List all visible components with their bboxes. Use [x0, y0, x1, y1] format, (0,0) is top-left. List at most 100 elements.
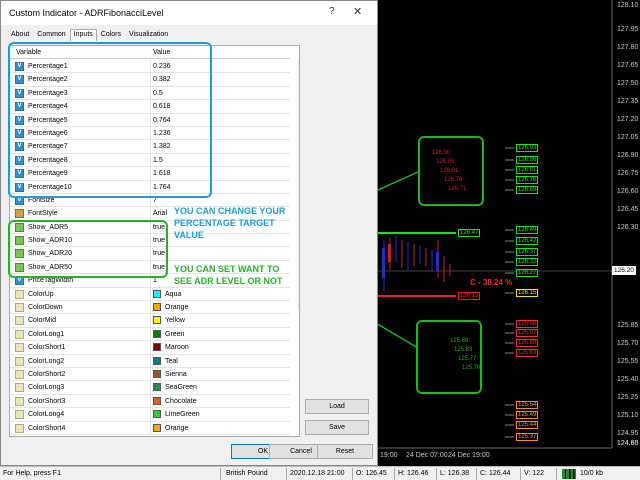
- price-tick-label: 127.65: [617, 62, 639, 69]
- candles: [382, 236, 451, 292]
- input-row[interactable]: ColorLong2 Teal: [10, 354, 290, 368]
- level-label: 125.98: [516, 320, 539, 328]
- dialog-tabs: About Common Inputs Colors Visualization: [7, 29, 172, 41]
- color-swatch[interactable]: [153, 289, 161, 298]
- input-name: ColorLong3: [28, 384, 65, 392]
- input-row[interactable]: ColorShort1 Maroon: [10, 341, 290, 355]
- level-label: 126.32: [516, 258, 539, 266]
- color-swatch[interactable]: [153, 383, 161, 392]
- color-type-icon: [15, 423, 24, 433]
- input-row[interactable]: ColorLong1 Green: [10, 327, 290, 342]
- input-row[interactable]: ColorLong3 SeaGreen: [10, 381, 290, 395]
- save-button[interactable]: Save: [305, 420, 369, 435]
- color-swatch[interactable]: [153, 423, 161, 432]
- input-row[interactable]: ColorLong4 LimeGreen: [10, 408, 290, 422]
- price-tick-label: 125.10: [617, 412, 639, 419]
- color-swatch[interactable]: [153, 396, 161, 405]
- zoom-level-label: 126.71: [448, 186, 467, 192]
- color-swatch[interactable]: [153, 356, 161, 365]
- tab-common[interactable]: Common: [33, 29, 69, 41]
- level-label: 125.37: [516, 433, 539, 441]
- input-row[interactable]: ColorMid Yellow: [10, 314, 290, 328]
- zoom-level-label: 125.77: [458, 356, 477, 362]
- status-low: L: 126.38: [440, 470, 470, 477]
- level-label: 126.81: [516, 166, 539, 174]
- color-type-icon: [15, 329, 24, 339]
- time-label-1: 19:00: [380, 452, 398, 459]
- zoom-level-label: 126.76: [444, 177, 463, 183]
- adr-annotation: YOU CAN SET WANT TO SEE ADR LEVEL OR NOT: [174, 264, 283, 286]
- grid-scrollbar-thumb[interactable]: [299, 62, 300, 306]
- color-type-icon: [15, 316, 24, 326]
- help-icon[interactable]: ?: [329, 6, 335, 17]
- color-type-icon: [15, 356, 24, 366]
- price-tick-label: 127.20: [617, 116, 639, 123]
- price-tick-label: 126.30: [617, 224, 639, 231]
- tab-visualization[interactable]: Visualization: [125, 29, 172, 41]
- color-swatch[interactable]: [153, 343, 161, 352]
- input-value[interactable]: Teal: [165, 358, 178, 365]
- level-label: 125.92: [516, 329, 539, 337]
- color-swatch[interactable]: [153, 329, 161, 338]
- input-value[interactable]: Green: [165, 331, 184, 338]
- input-value[interactable]: Aqua: [165, 291, 181, 298]
- input-value[interactable]: 1: [153, 277, 157, 284]
- status-close: C: 126.44: [480, 470, 511, 477]
- input-row[interactable]: ColorDown Orange: [10, 301, 290, 315]
- reset-button[interactable]: Reset: [317, 444, 373, 459]
- price-tick-label: 126.75: [617, 170, 639, 177]
- zoom-level-label: 126.81: [440, 168, 459, 174]
- price-tick-label: 125.40: [617, 376, 639, 383]
- input-row[interactable]: ColorShort4 Orange: [10, 421, 290, 435]
- input-name: PriceTagWidth: [28, 277, 74, 285]
- zoom-level-label: 125.70: [462, 365, 481, 371]
- tab-about[interactable]: About: [7, 29, 33, 41]
- status-traffic: 10/0 kb: [580, 470, 603, 477]
- color-type-icon: [15, 410, 24, 420]
- level-label: 126.49: [516, 226, 539, 234]
- color-swatch[interactable]: [153, 303, 161, 312]
- input-row[interactable]: ColorShort2 Sienna: [10, 367, 290, 382]
- percent-label: C - 38.24 %: [470, 278, 513, 287]
- level-label: 125.49: [516, 411, 539, 419]
- color-swatch[interactable]: [153, 410, 161, 419]
- font-type-icon: [15, 209, 24, 219]
- input-name: ColorMid: [28, 317, 57, 325]
- price-tick-label: 127.50: [617, 80, 639, 87]
- load-button[interactable]: Load: [305, 399, 369, 414]
- price-tick-label: 128.10: [617, 2, 639, 9]
- input-value[interactable]: Yellow: [165, 317, 185, 324]
- input-value[interactable]: LimeGreen: [165, 411, 200, 418]
- tab-colors[interactable]: Colors: [97, 29, 125, 41]
- input-value[interactable]: Maroon: [165, 344, 189, 351]
- input-name: ColorDown: [28, 304, 63, 312]
- percentage-highlight-box: [8, 42, 212, 198]
- input-value[interactable]: Arial: [153, 210, 167, 217]
- dialog-titlebar[interactable]: Custom Indicator - ADRFibonacciLevel ? ✕: [1, 1, 377, 25]
- input-row[interactable]: ColorUp Aqua: [10, 287, 290, 302]
- time-label-2: 24 Dec 07:00: [406, 452, 448, 459]
- status-bar: For Help, press F1 British Pound 2020.12…: [0, 466, 640, 480]
- zoom-level-label: 125.83: [454, 347, 473, 353]
- color-swatch[interactable]: [153, 369, 161, 378]
- level-label: 125.83: [516, 349, 539, 357]
- close-icon[interactable]: ✕: [353, 5, 362, 18]
- input-value[interactable]: SeaGreen: [165, 384, 197, 391]
- input-name: ColorUp: [28, 290, 54, 298]
- zoom-level-label: 125.88: [450, 338, 469, 344]
- price-tick-label: 125.85: [617, 322, 639, 329]
- adr-high-tag: 126.47: [458, 229, 481, 237]
- color-swatch[interactable]: [153, 316, 161, 325]
- level-label: 125.44: [516, 421, 539, 429]
- price-tick-label: 127.35: [617, 98, 639, 105]
- input-value[interactable]: Sienna: [165, 371, 187, 378]
- price-tick-label: 127.05: [617, 134, 639, 141]
- input-name: FontStyle: [28, 210, 58, 218]
- grid-scrollbar[interactable]: [298, 60, 300, 310]
- level-label: 125.54: [516, 401, 539, 409]
- tab-inputs[interactable]: Inputs: [69, 29, 97, 41]
- input-row[interactable]: ColorShort3 Chocolate: [10, 394, 290, 409]
- input-value[interactable]: Orange: [165, 425, 188, 432]
- input-value[interactable]: Orange: [165, 304, 188, 311]
- input-value[interactable]: Chocolate: [165, 398, 197, 405]
